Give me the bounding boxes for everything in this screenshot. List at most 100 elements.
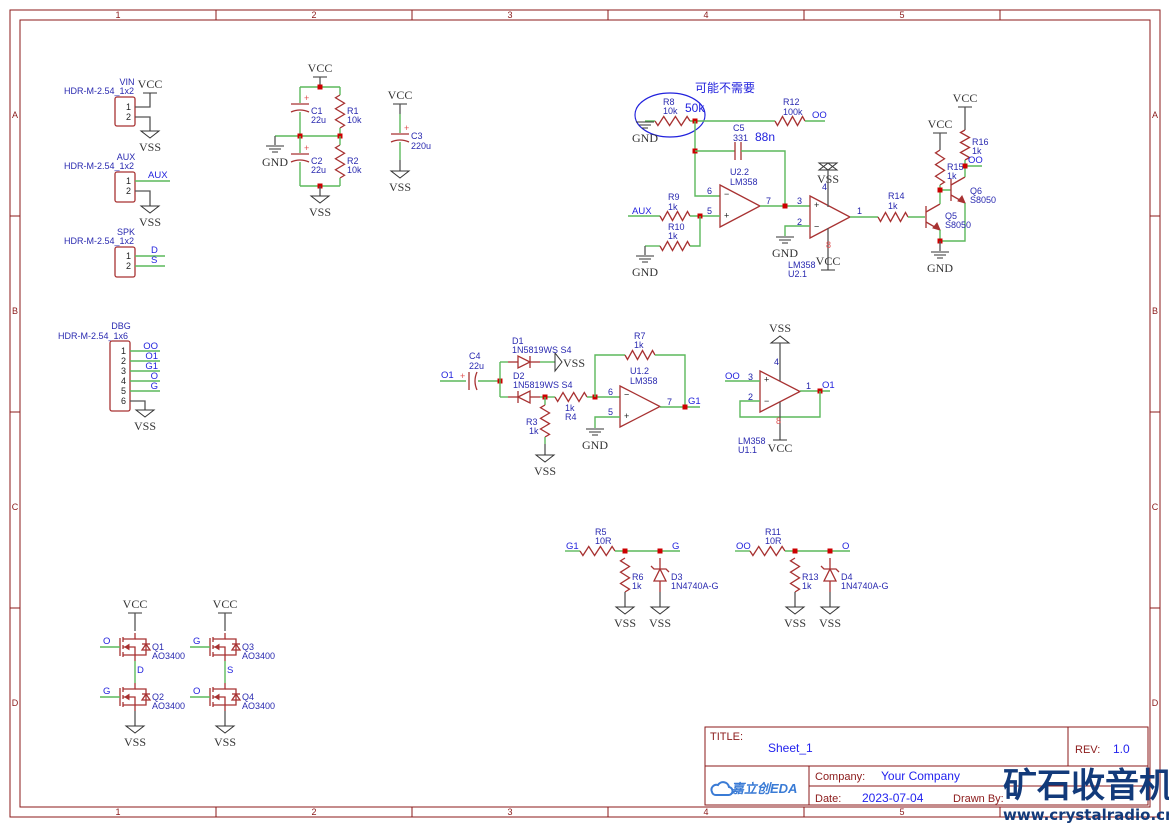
resistor-value: 10R <box>595 536 612 546</box>
pin-number: 1 <box>857 206 862 216</box>
c5-ref: C5 <box>733 123 745 133</box>
pin-number: 1 <box>806 381 811 391</box>
column-label: 3 <box>507 807 512 817</box>
schematic-canvas: 1122334455A AB BC CD DVINHDR-M-2.54_1x212VCC… <box>9 9 1169 824</box>
header-name: DBG <box>111 321 131 331</box>
column-label: 2 <box>311 807 316 817</box>
column-label: 5 <box>899 10 904 20</box>
drawn-by-label: Drawn By: <box>953 793 1004 805</box>
annotation-note: 可能不需要 <box>695 81 755 95</box>
vss-label: VSS <box>309 205 331 219</box>
capacitor-plate-curved <box>390 139 410 143</box>
gnd-label: GND <box>632 265 658 279</box>
pin-number: 4 <box>121 376 126 386</box>
header-footprint: HDR-M-2.54_1x2 <box>64 236 134 246</box>
polarity-plus-icon: + <box>460 371 465 381</box>
column-label: 4 <box>703 10 708 20</box>
row-label: A <box>1152 110 1158 120</box>
opamp-sign: − <box>764 396 769 406</box>
vcc-label: VCC <box>213 597 238 611</box>
net-label-g: G <box>193 636 200 647</box>
vss-symbol <box>554 351 563 373</box>
r15-value: 1k <box>947 171 957 181</box>
net-label-oo: OO <box>725 371 740 382</box>
vss-symbol <box>819 606 841 615</box>
net-label-g1: G1 <box>566 541 579 552</box>
vss-label: VSS <box>614 616 636 630</box>
rev-label: REV: <box>1075 744 1100 756</box>
resistor-symbol <box>554 391 588 403</box>
r3-value: 1k <box>529 426 539 436</box>
junction <box>657 548 663 554</box>
c4-value: 22u <box>469 361 484 371</box>
junction <box>317 84 323 90</box>
mosfet-source <box>123 704 136 711</box>
vss-symbol <box>534 454 556 463</box>
capacitor-plate-curved <box>474 371 478 391</box>
mosfet-value: AO3400 <box>242 701 275 711</box>
resistor-symbol <box>334 94 346 129</box>
sheet-border <box>9 9 1161 818</box>
mosfet-drain <box>123 633 136 640</box>
wire <box>784 225 810 236</box>
polarity-plus-icon: + <box>404 123 409 133</box>
vss-label: VSS <box>563 356 585 370</box>
mosfet-source <box>213 704 226 711</box>
company-label: Company: <box>815 771 865 783</box>
row-label: C <box>12 502 19 512</box>
vss-symbol <box>124 725 146 734</box>
vss-label: VSS <box>769 321 791 335</box>
column-label: 3 <box>507 10 512 20</box>
vcc-label: VCC <box>816 254 841 268</box>
gnd-label: GND <box>262 155 288 169</box>
r7-value: 1k <box>634 340 644 350</box>
pin-number: 5 <box>707 206 712 216</box>
mosfet-value: AO3400 <box>152 701 185 711</box>
vss-symbol <box>769 335 791 344</box>
vss-label: VSS <box>784 616 806 630</box>
header-footprint: HDR-M-2.54_1x2 <box>64 161 134 171</box>
mosfet-arrow-icon <box>124 693 130 701</box>
watermark-text: 矿石收音机 <box>1003 766 1169 806</box>
opamp-sign: + <box>724 211 729 221</box>
net-label-g: G <box>151 381 158 392</box>
net-label-g: G <box>103 686 110 697</box>
rev-value: 1.0 <box>1113 742 1130 756</box>
r9-value: 1k <box>668 202 678 212</box>
opamp-sign: − <box>724 189 729 199</box>
pin-number: 5 <box>608 407 613 417</box>
wire <box>594 416 620 428</box>
resistor-symbol <box>659 240 691 252</box>
opamp-sign: − <box>814 222 819 232</box>
resistor-value: 10R <box>765 536 782 546</box>
opamp-sign: − <box>624 389 629 399</box>
net-label-aux: AUX <box>632 206 652 217</box>
vss-symbol <box>389 170 411 179</box>
net-label-g1: G1 <box>688 396 701 407</box>
net-label-oo: OO <box>812 110 827 121</box>
mosfet-arrow-icon <box>214 643 220 651</box>
pin-number: 2 <box>126 261 131 271</box>
resistor-symbol <box>334 144 346 179</box>
capacitor-plate-curved <box>290 159 310 163</box>
vcc-label: VCC <box>928 117 953 131</box>
mosfet-arrow-icon <box>214 693 220 701</box>
sheet-title: Sheet_1 <box>768 741 813 755</box>
u1-2-ref: U1.2 <box>630 366 649 376</box>
d1-value: 1N5819WS S4 <box>512 345 572 355</box>
pin-number: 1 <box>126 251 131 261</box>
vss-symbol <box>139 130 161 139</box>
vcc-label: VCC <box>953 91 978 105</box>
annotation-r8: 50k <box>685 101 705 115</box>
header-footprint: HDR-M-2.54_1x6 <box>58 331 128 341</box>
resistor-symbol <box>579 545 616 557</box>
column-label: 2 <box>311 10 316 20</box>
net-label-o: O <box>193 686 200 697</box>
net-label-s: S <box>227 665 233 676</box>
resistor-symbol <box>654 115 691 127</box>
mosfet-drain <box>213 683 226 690</box>
net-label-aux: AUX <box>148 170 168 181</box>
r2-value: 10k <box>347 165 362 175</box>
pin-number: 4 <box>822 182 827 192</box>
row-label: B <box>12 306 18 316</box>
